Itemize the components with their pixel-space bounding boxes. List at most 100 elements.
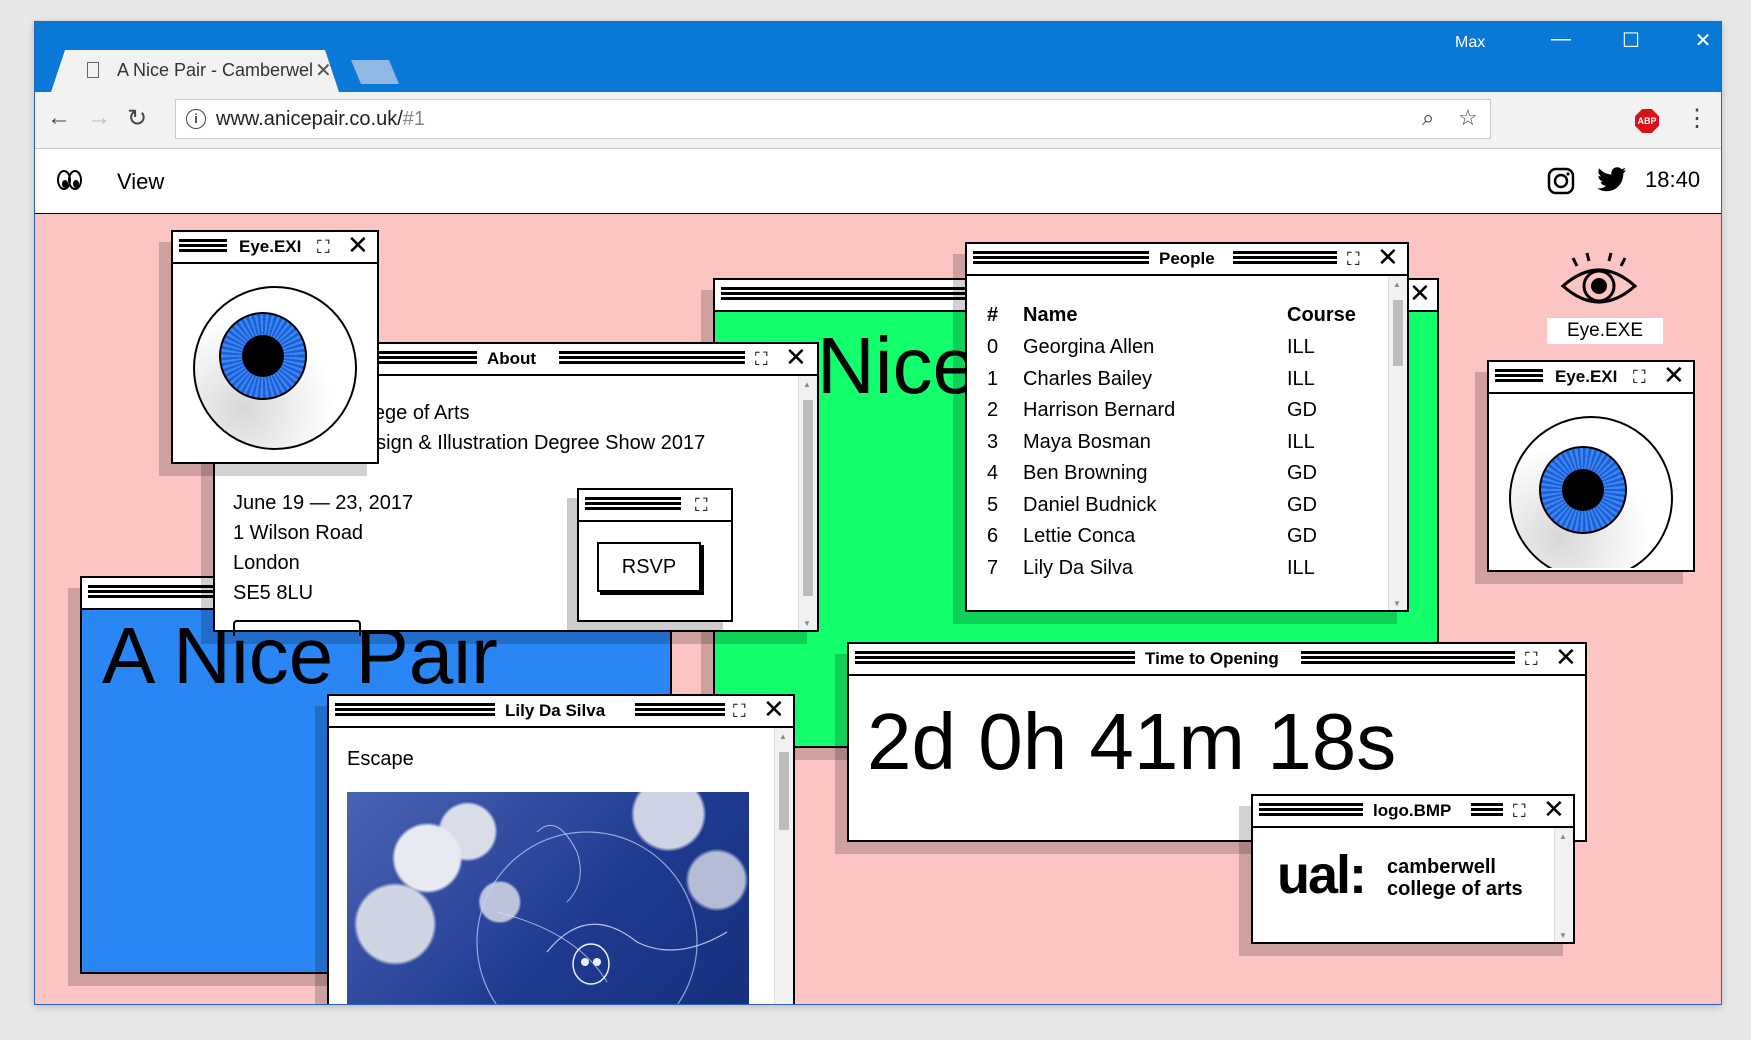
window-title: About [481, 349, 543, 369]
person-name: Charles Bailey [1023, 367, 1152, 390]
minimize-icon[interactable]: — [1541, 28, 1581, 51]
owl-drawing [476, 824, 728, 1004]
close-icon[interactable]: ✕ [785, 344, 807, 370]
title-stripes [559, 351, 745, 364]
zoom-icon[interactable]: ⌕ [1422, 105, 1434, 131]
scroll-thumb[interactable] [803, 400, 813, 596]
maximize-icon[interactable]: ⛶ [755, 349, 768, 370]
scroll-thumb[interactable] [1393, 300, 1403, 366]
window-title-bar[interactable]: Eye.EXI ⛶ ✕ [1489, 362, 1693, 394]
scrollbar[interactable]: ▲ [774, 728, 793, 1004]
reload-icon[interactable]: ↻ [127, 104, 147, 133]
site-header: View 18:40 [35, 149, 1721, 214]
tab-close-icon[interactable]: ✕ [315, 58, 332, 83]
forward-icon[interactable]: → [87, 104, 111, 132]
back-icon[interactable]: ← [47, 104, 71, 132]
document-icon [87, 62, 99, 78]
eye-window-1[interactable]: Eye.EXI ⛶ ✕ [171, 230, 379, 464]
clock: 18:40 [1645, 167, 1701, 192]
pupil [1562, 469, 1604, 511]
close-window-icon[interactable]: ✕ [1683, 28, 1723, 53]
about-address-line1: 1 Wilson Road [233, 522, 364, 544]
person-course: GD [1287, 462, 1317, 484]
person-index: 5 [987, 493, 999, 516]
window-title-bar[interactable]: Eye.EXI ⛶ ✕ [173, 232, 377, 264]
close-icon[interactable]: ✕ [1377, 244, 1399, 270]
iris [219, 312, 307, 400]
window-title: Lily Da Silva [499, 701, 612, 721]
new-tab-button[interactable] [351, 60, 399, 84]
people-window[interactable]: People ⛶ ✕ # Name Course 0 Georgina Allen ILL… [965, 242, 1409, 612]
maximize-icon[interactable]: ⛶ [317, 237, 330, 258]
browser-toolbar: ← → ↻ i www.anicepair.co.uk/#1 ⌕ ☆ ABP ⋮ [35, 92, 1721, 149]
ual-logo-text: camberwell college of arts [1387, 856, 1523, 900]
eye-window-2[interactable]: Eye.EXI ⛶ ✕ [1487, 360, 1695, 572]
window-title-bar[interactable]: People ⛶ ✕ [967, 244, 1407, 276]
logo-line-2: college of arts [1387, 878, 1523, 900]
close-icon[interactable]: ✕ [1543, 796, 1565, 822]
about-date: June 19 — 23, 2017 [233, 492, 414, 514]
logo-window[interactable]: logo.BMP ⛶ ✕ ual: camberwell college of … [1251, 794, 1575, 944]
desktop-icon-eye[interactable]: Eye.EXE [1537, 252, 1663, 344]
artist-window[interactable]: Lily Da Silva ⛶ ✕ Escape ▲ [327, 694, 795, 1004]
title-stripes [1259, 803, 1363, 816]
table-header: # [987, 304, 999, 326]
person-name: Maya Bosman [1023, 430, 1151, 453]
window-title: logo.BMP [1367, 801, 1458, 821]
bookmark-star-icon[interactable]: ☆ [1458, 105, 1478, 131]
map-button-partial[interactable] [233, 620, 361, 636]
window-title-bar[interactable]: ⛶ [579, 490, 731, 522]
person-index: 6 [987, 525, 999, 547]
close-icon[interactable]: ✕ [1555, 644, 1577, 670]
rsvp-window[interactable]: ⛶ RSVP [577, 488, 733, 622]
eyeball-graphic [1509, 416, 1673, 568]
person-name: Daniel Budnick [1023, 493, 1157, 516]
maximize-icon[interactable]: ⛶ [1633, 367, 1646, 388]
maximize-icon[interactable]: ⛶ [1525, 649, 1538, 670]
adblock-icon[interactable]: ABP [1635, 109, 1659, 133]
maximize-icon[interactable]: ⛶ [695, 495, 708, 516]
maximize-icon[interactable]: ⛶ [1513, 801, 1526, 822]
person-name: Harrison Bernard [1023, 399, 1176, 421]
about-postcode: SE5 8LU [233, 582, 314, 604]
twitter-icon[interactable] [1597, 167, 1627, 193]
info-icon[interactable]: i [186, 109, 206, 129]
eyes-logo-icon[interactable] [57, 170, 82, 195]
person-course: ILL [1287, 430, 1315, 453]
person-index: 0 [987, 336, 999, 358]
browser-tab[interactable]: A Nice Pair - Camberwell ✕ [51, 50, 339, 92]
close-icon[interactable]: ✕ [347, 232, 369, 258]
maximize-icon[interactable]: ⛶ [1347, 249, 1360, 270]
person-name: Lily Da Silva [1023, 556, 1134, 579]
title-bar: A Nice Pair - Camberwell ✕ Max — ☐ ✕ [35, 22, 1721, 92]
close-icon[interactable]: ✕ [1663, 362, 1685, 388]
browser-window: A Nice Pair - Camberwell ✕ Max — ☐ ✕ ← →… [35, 22, 1721, 1004]
rsvp-button[interactable]: RSVP [597, 542, 701, 592]
profile-name[interactable]: Max [1455, 34, 1485, 52]
person-index: 1 [987, 367, 999, 390]
window-title-bar[interactable]: logo.BMP ⛶ ✕ [1253, 796, 1573, 828]
address-bar[interactable]: i www.anicepair.co.uk/#1 ⌕ ☆ [175, 99, 1491, 139]
title-stripes [973, 251, 1149, 264]
maximize-icon[interactable]: ☐ [1611, 28, 1651, 53]
maximize-icon[interactable]: ⛶ [733, 701, 746, 722]
window-title: Eye.EXI [1549, 367, 1624, 387]
more-menu-icon[interactable]: ⋮ [1685, 104, 1709, 133]
person-index: 7 [987, 556, 999, 579]
scroll-thumb[interactable] [779, 752, 789, 830]
window-title-bar[interactable]: Time to Opening ⛶ ✕ [849, 644, 1585, 676]
close-icon[interactable]: ✕ [763, 696, 785, 722]
instagram-icon[interactable] [1547, 167, 1575, 195]
eye-outline-icon [1560, 252, 1638, 304]
window-title-bar[interactable]: Lily Da Silva ⛶ ✕ [329, 696, 793, 728]
scrollbar[interactable]: ▲ ▼ [1554, 828, 1573, 942]
scrollbar[interactable]: ▲ ▼ [798, 376, 817, 630]
artwork-image[interactable] [347, 792, 749, 1004]
about-address-line2: London [233, 552, 300, 574]
desktop-canvas: A Nice Pair ✕ Nice About ⛶ ✕ llege of Ar… [35, 214, 1721, 1004]
person-name: Georgina Allen [1023, 336, 1155, 358]
close-icon[interactable]: ✕ [1409, 280, 1431, 306]
view-menu[interactable]: View [117, 169, 164, 195]
scrollbar[interactable]: ▲ ▼ [1388, 276, 1407, 610]
title-stripes [335, 703, 495, 716]
